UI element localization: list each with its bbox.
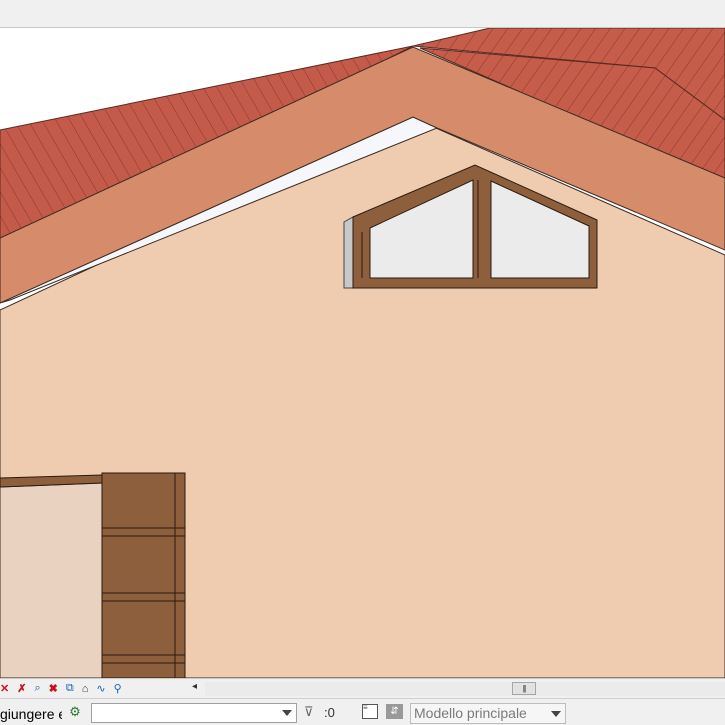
design-options-icon[interactable]: ⇵ — [386, 704, 403, 719]
door-jamb — [101, 472, 186, 678]
design-option-dropdown[interactable]: Modello principale — [410, 703, 566, 724]
delete-icon[interactable]: ✕ — [0, 681, 9, 697]
scroll-left-arrow-icon[interactable]: ◂ — [192, 681, 197, 692]
status-bar: giungere e ⚙ ⊽ :0 ≡ ⇵ Modello principale — [0, 698, 725, 725]
scrollbar-thumb[interactable]: ||| — [512, 682, 536, 695]
reveal-icon[interactable]: ⧉ — [66, 681, 74, 697]
horizontal-scrollbar[interactable]: ||| — [205, 682, 725, 696]
tag-icon[interactable]: ⌕ — [34, 681, 40, 697]
filter-icon[interactable]: ⊽ — [304, 704, 314, 720]
hide-icon[interactable]: ✖ — [49, 681, 58, 697]
chevron-down-icon — [282, 710, 292, 716]
remove-tag-icon[interactable]: ✗ — [17, 681, 26, 697]
view-control-bar: ✕ ✗ ⌕ ✖ ⧉ ⌂ ∿ ⚲ ◂ ||| — [0, 678, 725, 698]
3d-view-canvas[interactable] — [0, 28, 725, 678]
location-pin-icon[interactable]: ⚲ — [114, 681, 122, 697]
door-opening — [0, 482, 103, 678]
design-option-value: Modello principale — [414, 705, 527, 721]
worksets-icon[interactable]: ⚙ — [66, 704, 84, 720]
analysis-icon[interactable]: ∿ — [96, 681, 105, 697]
window-sill-grey — [343, 216, 354, 289]
view-title-bar — [0, 0, 725, 28]
chevron-down-icon — [551, 711, 561, 717]
workset-dropdown[interactable] — [91, 703, 297, 723]
status-prompt-text: giungere e — [0, 706, 62, 722]
selection-filter-count: :0 — [324, 705, 335, 720]
house-icon[interactable]: ⌂ — [82, 681, 89, 697]
properties-icon[interactable]: ≡ — [362, 704, 378, 719]
